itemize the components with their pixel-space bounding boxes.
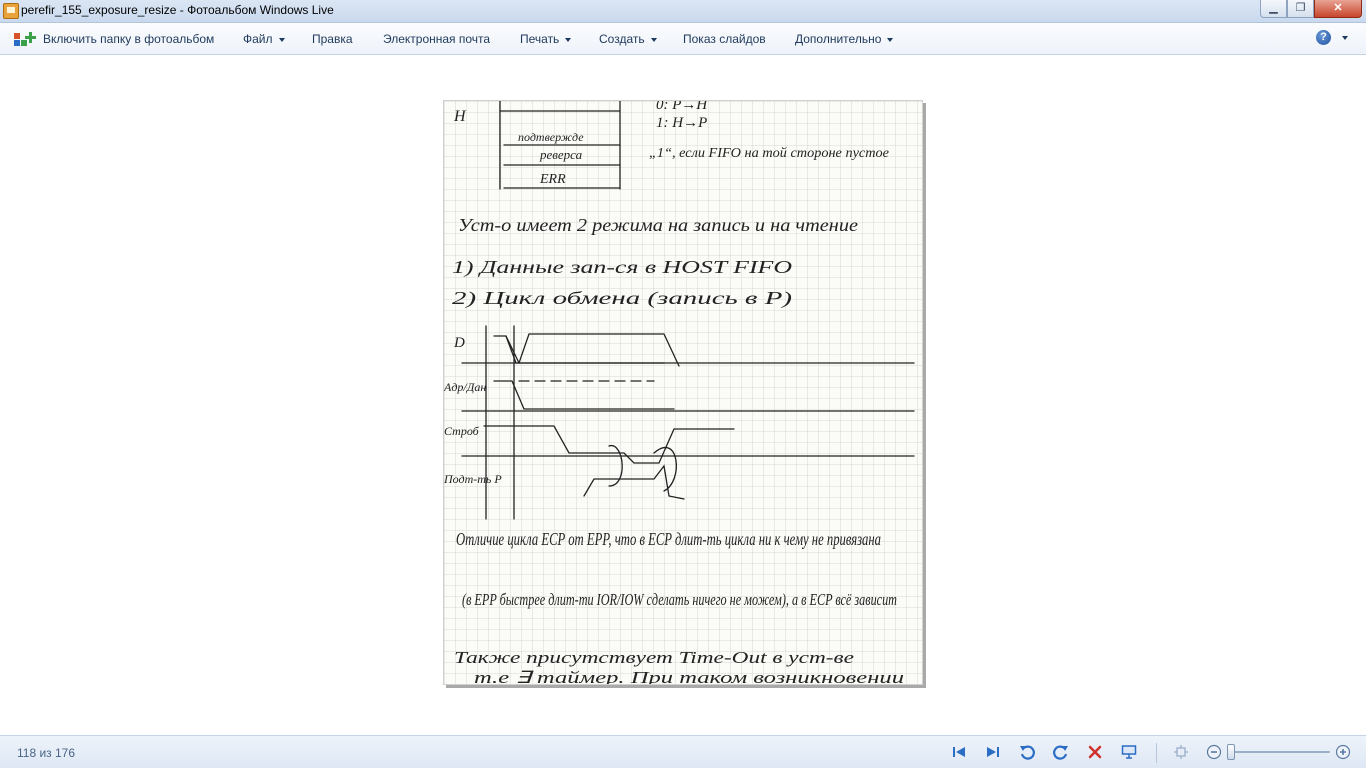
- mode-1: 1) Данные зап-ся в HOST FIFO: [452, 257, 792, 278]
- err-label: ERR: [539, 172, 566, 187]
- window-title: perefir_155_exposure_resize - Фотоальбом…: [21, 3, 334, 17]
- side-label: H: [453, 108, 467, 125]
- handwritten-page-image: H подтвержде реверса ERR 0: P→H 1: H→P „…: [444, 101, 922, 685]
- next-icon[interactable]: [985, 744, 1001, 760]
- create-menu-label: Создать: [599, 32, 645, 46]
- edit-menu[interactable]: Правка: [312, 32, 353, 46]
- zoom-slider-track[interactable]: [1230, 751, 1330, 753]
- delete-icon[interactable]: [1087, 744, 1103, 760]
- create-menu[interactable]: Создать: [599, 32, 657, 46]
- help-dropdown-icon[interactable]: [1342, 36, 1348, 40]
- file-menu-label: Файл: [243, 32, 273, 46]
- app-icon[interactable]: [3, 3, 19, 19]
- direction-0: 0: P→H: [656, 101, 708, 113]
- title-bar: perefir_155_exposure_resize - Фотоальбом…: [0, 0, 1366, 23]
- extras-menu[interactable]: Дополнительно: [795, 32, 894, 46]
- status-separator: [1156, 743, 1157, 763]
- previous-icon[interactable]: [951, 744, 967, 760]
- slideshow-menu[interactable]: Показ слайдов: [683, 32, 766, 46]
- chevron-down-icon: [565, 37, 572, 42]
- extras-menu-label: Дополнительно: [795, 32, 882, 46]
- mode-2: 2) Цикл обмена (запись в Р): [452, 288, 792, 309]
- signal-ack: Подт-ть P: [444, 472, 502, 486]
- status-bar: 118 из 176: [0, 735, 1366, 768]
- close-button[interactable]: ✕: [1314, 0, 1362, 18]
- direction-1: 1: H→P: [656, 115, 707, 131]
- modes-heading: Уст-о имеет 2 режима на запись и на чтен…: [458, 215, 858, 235]
- folder-add-icon[interactable]: [14, 31, 36, 47]
- signal-d: D: [453, 335, 465, 351]
- note-line-1: Отличие цикла ECP от EPP, что в ECP длит…: [456, 529, 881, 549]
- minimize-button[interactable]: ▁: [1260, 0, 1287, 18]
- reverse-label: реверса: [539, 147, 583, 162]
- zoom-in-icon[interactable]: [1335, 744, 1351, 760]
- photo-counter: 118 из 176: [17, 746, 76, 760]
- zoom-slider-thumb[interactable]: [1227, 744, 1235, 760]
- print-menu-label: Печать: [520, 32, 560, 46]
- rotate-right-icon[interactable]: [1053, 744, 1069, 760]
- email-menu[interactable]: Электронная почта: [383, 32, 490, 46]
- note-line-3: Также присутствует Time-Out в уст-ве: [454, 648, 855, 667]
- photo-view[interactable]: H подтвержде реверса ERR 0: P→H 1: H→P „…: [443, 100, 923, 685]
- signal-addr: Адр/Дан: [444, 380, 486, 394]
- ack-label: подтвержде: [518, 130, 584, 144]
- zoom-out-icon[interactable]: [1206, 744, 1222, 760]
- note-line-4: т.е ∃ таймер. При таком возникновении: [474, 668, 904, 685]
- fit-to-window-icon[interactable]: [1173, 744, 1189, 760]
- file-menu[interactable]: Файл: [243, 32, 285, 46]
- chevron-down-icon: [887, 37, 894, 42]
- note-line-2: (в EPP быстрее длит-ти IOR/IOW сделать н…: [462, 590, 897, 609]
- include-folder-menu[interactable]: Включить папку в фотоальбом: [43, 32, 214, 46]
- fifo-note: „1“, если FIFO на той стороне пустое: [649, 146, 889, 161]
- signal-strobe: Строб: [444, 424, 480, 438]
- chevron-down-icon: [650, 37, 657, 42]
- maximize-button[interactable]: ❐: [1287, 0, 1314, 18]
- help-icon[interactable]: ?: [1316, 30, 1331, 45]
- print-menu[interactable]: Печать: [520, 32, 572, 46]
- rotate-left-icon[interactable]: [1019, 744, 1035, 760]
- chevron-down-icon: [278, 37, 285, 42]
- slideshow-icon[interactable]: [1121, 744, 1137, 760]
